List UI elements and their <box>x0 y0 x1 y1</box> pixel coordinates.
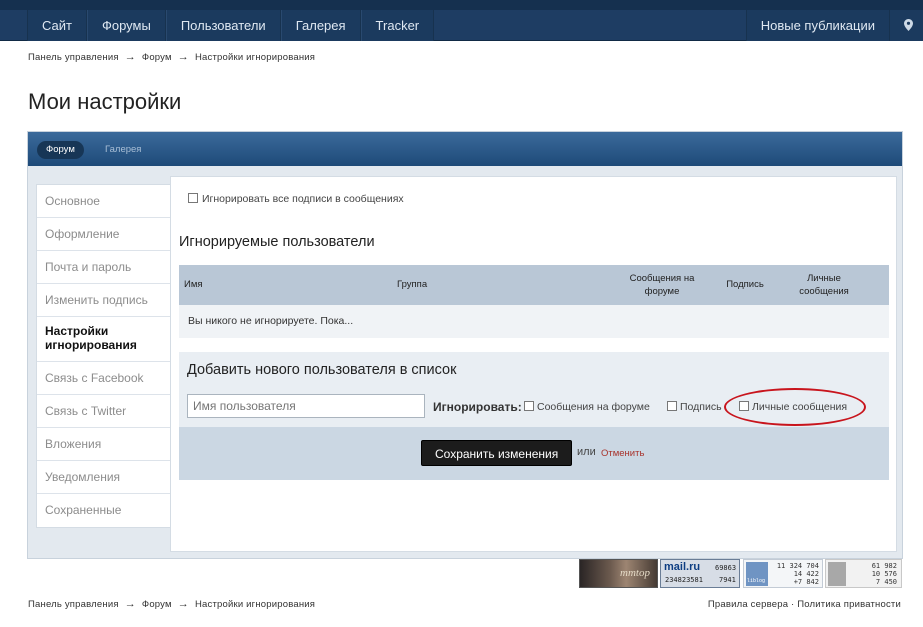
liveinternet-counter[interactable]: liblog 11 324 704 14 422 +7 842 <box>743 559 823 588</box>
forum-posts-checkbox[interactable] <box>524 401 534 412</box>
sidebar-item-appearance[interactable]: Оформление <box>37 218 170 251</box>
sidebar-item-general[interactable]: Основное <box>37 185 170 218</box>
column-header-signature: Подпись <box>726 279 764 290</box>
footer-links: Правила сервера · Политика приватности <box>708 599 901 610</box>
ignored-users-table: Имя Группа Сообщения на форуме Подпись Л… <box>179 265 889 338</box>
mailru-counter[interactable]: mail.ru 69863 234823581 7941 <box>660 559 740 588</box>
table-header: Имя Группа Сообщения на форуме Подпись Л… <box>179 265 889 305</box>
breadcrumb-item-ignore-settings[interactable]: Настройки игнорирования <box>195 599 315 610</box>
sidebar-item-email-password[interactable]: Почта и пароль <box>37 251 170 284</box>
breadcrumb-item-ignore-settings[interactable]: Настройки игнорирования <box>195 52 315 63</box>
signature-label: Подпись <box>680 401 722 413</box>
footer-dot: · <box>791 599 795 610</box>
mailru-value-a: 69863 <box>715 564 737 572</box>
banner-text: mmtop <box>620 567 650 579</box>
nav-right: Новые публикации <box>745 10 923 41</box>
nav-tab-forums[interactable]: Форумы <box>86 10 166 41</box>
breadcrumb-item-control-panel[interactable]: Панель управления <box>28 599 119 610</box>
mailru-value-b: 234823581 <box>665 576 703 584</box>
content-panel: Игнорировать все подписи в сообщениях Иг… <box>170 176 897 552</box>
subtab-gallery[interactable]: Галерея <box>105 141 141 159</box>
breadcrumb-separator: → <box>124 51 136 63</box>
breadcrumb-separator: → <box>177 51 189 63</box>
ignore-all-signatures-label: Игнорировать все подписи в сообщениях <box>202 193 404 205</box>
rules-link[interactable]: Правила сервера <box>708 599 788 610</box>
li-value-c: +7 842 <box>793 578 819 586</box>
or-text: или <box>577 446 596 458</box>
breadcrumb-item-forum[interactable]: Форум <box>142 52 172 63</box>
option-signature[interactable]: Подпись <box>667 401 722 413</box>
page-title: Мои настройки <box>28 89 182 114</box>
banner-counter[interactable]: mmtop <box>579 559 658 588</box>
liblog-label: liblog <box>747 578 766 584</box>
breadcrumb: Панель управления → Форум → Настройки иг… <box>28 51 315 63</box>
nav-tabs: Сайт Форумы Пользователи Галерея Tracker <box>27 10 435 41</box>
mailru-value-c: 7941 <box>719 576 736 584</box>
ignore-all-signatures-checkbox[interactable] <box>188 193 198 204</box>
sidebar-item-facebook[interactable]: Связь с Facebook <box>37 362 170 395</box>
signature-checkbox[interactable] <box>667 401 677 412</box>
sidebar-item-signature[interactable]: Изменить подпись <box>37 284 170 317</box>
subtab-forum[interactable]: Форум <box>37 141 84 159</box>
column-header-private-messages: Личные сообщения <box>799 273 849 297</box>
settings-container: Форум Галерея Основное Оформление Почта … <box>27 131 903 559</box>
save-button[interactable]: Сохранить изменения <box>421 440 573 466</box>
table-empty-row: Вы никого не игнорируете. Пока... <box>179 305 889 338</box>
cancel-link[interactable]: Отменить <box>601 448 644 459</box>
breadcrumb-separator: → <box>177 598 189 610</box>
column-header-name: Имя <box>184 279 203 290</box>
form-actions-bar: Сохранить изменения или Отменить <box>179 427 889 480</box>
nav-tab-tracker[interactable]: Tracker <box>360 10 435 41</box>
column-header-forum-posts: Сообщения на форуме <box>629 273 695 297</box>
breadcrumb-item-control-panel[interactable]: Панель управления <box>28 52 119 63</box>
forum-posts-label: Сообщения на форуме <box>537 401 650 413</box>
stats-value-a: 61 982 <box>871 562 897 570</box>
option-forum-posts[interactable]: Сообщения на форуме <box>524 401 650 413</box>
nav-tab-site[interactable]: Сайт <box>27 10 87 41</box>
stats-chart-icon <box>828 562 846 586</box>
ignore-all-signatures-option[interactable]: Игнорировать все подписи в сообщениях <box>188 193 404 205</box>
li-value-b: 14 422 <box>793 570 819 578</box>
breadcrumb-bottom: Панель управления → Форум → Настройки иг… <box>28 598 315 610</box>
li-value-a: 11 324 704 <box>776 562 819 570</box>
breadcrumb-item-forum[interactable]: Форум <box>142 599 172 610</box>
subtabs-bar: Форум Галерея <box>28 132 902 166</box>
ignored-users-heading: Игнорируемые пользователи <box>179 234 375 250</box>
location-button[interactable] <box>889 10 923 41</box>
sidebar-item-twitter[interactable]: Связь с Twitter <box>37 395 170 428</box>
red-highlight-ellipse <box>724 388 866 426</box>
add-user-heading: Добавить нового пользователя в список <box>187 362 457 378</box>
breadcrumb-separator: → <box>124 598 136 610</box>
privacy-link[interactable]: Политика приватности <box>797 599 901 610</box>
main-navbar: Сайт Форумы Пользователи Галерея Tracker… <box>0 10 923 41</box>
new-posts-link[interactable]: Новые публикации <box>745 10 889 41</box>
stats-counter[interactable]: 61 982 10 576 7 450 <box>825 559 902 588</box>
sidebar-item-notifications[interactable]: Уведомления <box>37 461 170 494</box>
ignore-label: Игнорировать: <box>433 400 522 414</box>
sidebar-item-saved[interactable]: Сохраненные <box>37 494 170 527</box>
nav-tab-users[interactable]: Пользователи <box>165 10 281 41</box>
stats-value-c: 7 450 <box>875 578 897 586</box>
settings-sidebar: Основное Оформление Почта и пароль Измен… <box>36 184 171 528</box>
top-strip <box>0 0 923 10</box>
username-input[interactable] <box>187 394 425 418</box>
column-header-group: Группа <box>397 279 428 290</box>
sidebar-item-attachments[interactable]: Вложения <box>37 428 170 461</box>
stats-value-b: 10 576 <box>871 570 897 578</box>
nav-tab-gallery[interactable]: Галерея <box>280 10 361 41</box>
mailru-logo: mail.ru <box>664 561 701 573</box>
sidebar-item-ignore-settings[interactable]: Настройки игнорирования <box>37 317 171 362</box>
map-pin-icon <box>904 19 913 31</box>
